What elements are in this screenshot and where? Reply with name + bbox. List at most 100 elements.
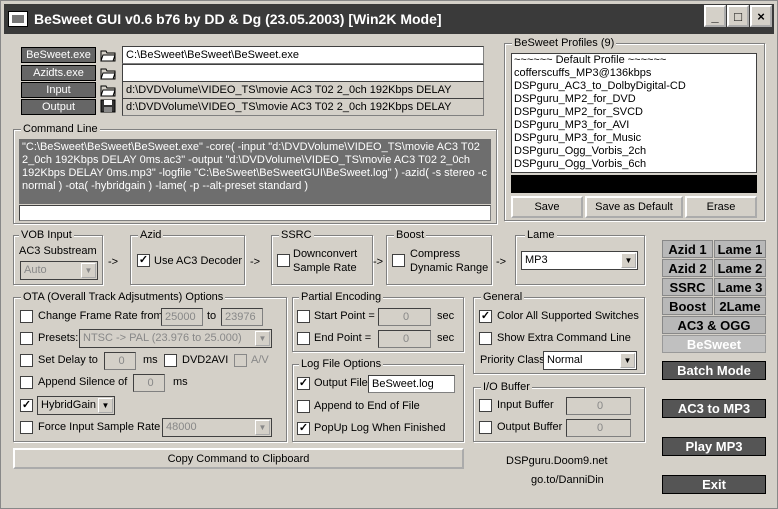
force-sample-rate-select[interactable]: 48000 ▼ [162,418,272,437]
color-switches-checkbox[interactable]: ✓ [479,310,492,323]
close-button[interactable]: × [750,5,772,27]
besweet-exe-button[interactable]: BeSweet.exe [21,47,96,63]
input-buffer-field[interactable]: 0 [566,397,631,415]
frame-rate-to-field[interactable]: 23976 [221,308,263,326]
output-file-checkbox[interactable]: ✓ [297,377,310,390]
save-disk-icon[interactable] [100,99,116,113]
open-folder-icon[interactable] [100,83,116,97]
open-folder-icon[interactable] [100,66,116,80]
append-silence-checkbox[interactable] [20,376,33,389]
frame-rate-to-label: to [207,310,217,322]
ac3-to-mp3-button[interactable]: AC3 to MP3 [662,399,766,418]
hybrid-gain-select[interactable]: HybridGain ▼ [37,396,115,415]
output-path-field[interactable]: d:\DVDVolume\VIDEO_TS\movie AC3 T02 2_0c… [122,98,484,116]
start-point-checkbox[interactable] [297,310,310,323]
minimize-button[interactable]: _ [704,5,726,27]
profile-item[interactable]: DSPguru_MP3_for_Music [512,132,756,145]
play-mp3-button[interactable]: Play MP3 [662,437,766,456]
ssrc-title: SSRC [279,229,314,241]
exit-button[interactable]: Exit [662,475,766,494]
copy-command-button[interactable]: Copy Command to Clipboard [13,448,464,469]
profile-item[interactable]: DSPguru_MP2_for_SVCD [512,106,756,119]
profile-item[interactable]: DSPguru_Ogg_Vorbis_2ch [512,145,756,158]
lame2-button[interactable]: Lame 2 [714,259,766,277]
priority-class-select[interactable]: Normal ▼ [543,351,637,370]
sample-rate-label: Sample Rate [293,262,357,274]
input-buffer-checkbox[interactable] [479,399,492,412]
twolame-button[interactable]: 2Lame [714,297,766,315]
dspguru-link[interactable]: DSPguru.Doom9.net [506,455,608,467]
azid1-button[interactable]: Azid 1 [662,240,713,258]
ac3-substream-select[interactable]: Auto ▼ [20,261,98,280]
append-log-checkbox[interactable] [297,400,310,413]
end-point-field[interactable]: 0 [378,330,431,348]
av-checkbox[interactable] [234,354,247,367]
vob-input-title: VOB Input [19,229,74,241]
start-point-field[interactable]: 0 [378,308,431,326]
main-window: BeSweet GUI v0.6 b76 by DD & Dg (23.05.2… [0,0,778,509]
profile-item[interactable]: DSPguru_MP2_for_DVD [512,93,756,106]
profile-item[interactable]: cofferscuffs_MP3@136kbps [512,67,756,80]
dvd2avi-checkbox[interactable] [164,354,177,367]
lame3-button[interactable]: Lame 3 [714,278,766,296]
boost-title: Boost [394,229,427,241]
command-line-text[interactable]: "C:\BeSweet\BeSweet\BeSweet.exe" -core( … [19,139,491,204]
profile-item[interactable]: DSPguru_AC3_to_DolbyDigital-CD [512,80,756,93]
presets-checkbox[interactable] [20,332,33,345]
lame1-button[interactable]: Lame 1 [714,240,766,258]
force-sample-rate-checkbox[interactable] [20,421,33,434]
use-ac3-decoder-checkbox[interactable]: ✓ [137,254,150,267]
azidts-exe-button[interactable]: Azidts.exe [21,65,96,81]
profile-item[interactable]: ~~~~~~ Default Profile ~~~~~~ [512,54,756,67]
input-path-field[interactable]: d:\DVDVolume\VIDEO_TS\movie AC3 T02 2_0c… [122,81,484,99]
start-sec-label: sec [437,310,455,322]
besweet-path-field[interactable]: C:\BeSweet\BeSweet\BeSweet.exe [122,46,484,64]
batch-mode-button[interactable]: Batch Mode [662,361,766,380]
silence-field[interactable]: 0 [133,374,165,392]
set-delay-checkbox[interactable] [20,354,33,367]
profile-name-field[interactable] [511,175,757,193]
presets-select[interactable]: NTSC -> PAL (23.976 to 25.000) ▼ [79,329,272,348]
use-ac3-decoder-label: Use AC3 Decoder [154,255,243,267]
popup-log-checkbox[interactable]: ✓ [297,422,310,435]
erase-profile-button[interactable]: Erase [685,196,757,218]
chevron-down-icon: ▼ [98,398,113,413]
save-as-default-button[interactable]: Save as Default [585,196,683,218]
end-point-checkbox[interactable] [297,332,310,345]
output-button[interactable]: Output [21,99,96,115]
log-file-field[interactable]: BeSweet.log [368,375,455,393]
dannidin-link[interactable]: go.to/DanniDin [531,474,604,486]
command-line-title: Command Line [21,123,100,135]
set-delay-label: Set Delay to [38,354,98,366]
delay-field[interactable]: 0 [104,352,136,370]
dvd2avi-label: DVD2AVI [182,354,229,366]
change-frame-rate-checkbox[interactable] [20,310,33,323]
chain-arrow: -> [496,256,507,268]
output-buffer-field[interactable]: 0 [566,419,631,437]
end-sec-label: sec [437,332,455,344]
compress-checkbox[interactable] [392,254,405,267]
save-profile-button[interactable]: Save [511,196,583,218]
profile-item[interactable]: DSPguru_MP3_for_AVI [512,119,756,132]
besweet-mode-button[interactable]: BeSweet [662,335,766,353]
extra-command-field[interactable] [19,205,491,221]
downconvert-checkbox[interactable] [277,254,290,267]
chevron-down-icon: ▼ [255,331,270,346]
profiles-list[interactable]: ~~~~~~ Default Profile ~~~~~~ cofferscuf… [511,53,757,173]
azidts-path-field[interactable] [122,64,484,82]
open-folder-icon[interactable] [100,48,116,62]
lame-title: Lame [525,229,557,241]
output-buffer-checkbox[interactable] [479,421,492,434]
azid2-button[interactable]: Azid 2 [662,259,713,277]
maximize-button[interactable]: □ [727,5,749,27]
extra-command-checkbox[interactable] [479,332,492,345]
input-button[interactable]: Input [21,82,96,98]
lame-encoder-select[interactable]: MP3 ▼ [521,251,638,270]
profile-item[interactable]: DSPguru_Ogg_Vorbis_6ch [512,158,756,171]
hybrid-gain-checkbox[interactable]: ✓ [20,399,33,412]
ssrc-button[interactable]: SSRC [662,278,713,296]
boost-button[interactable]: Boost [662,297,713,315]
chevron-down-icon: ▼ [620,353,635,368]
frame-rate-from-field[interactable]: 25000 [161,308,203,326]
ac3-ogg-button[interactable]: AC3 & OGG [662,316,766,334]
